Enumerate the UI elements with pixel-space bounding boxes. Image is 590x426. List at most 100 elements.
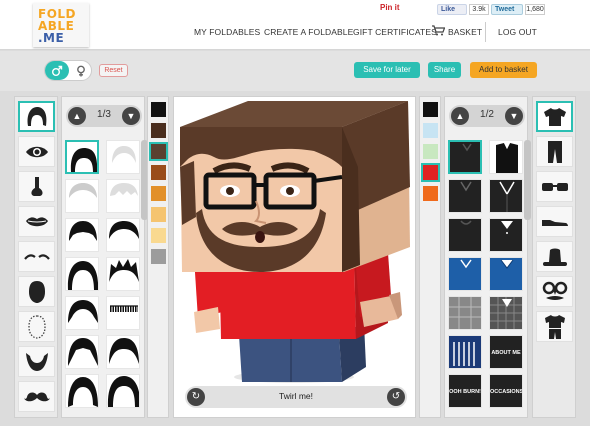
hair-option[interactable] bbox=[106, 257, 140, 291]
color-swatch[interactable] bbox=[151, 207, 166, 222]
eye-icon bbox=[25, 146, 48, 157]
category-moustache[interactable] bbox=[18, 381, 55, 412]
nav-my-foldables[interactable]: MY FOLDABLES bbox=[194, 27, 260, 37]
tweet-button[interactable]: Tweet bbox=[491, 4, 523, 15]
female-icon bbox=[77, 65, 85, 77]
shoe-icon bbox=[541, 219, 568, 226]
color-swatch[interactable] bbox=[151, 186, 166, 201]
hair-option[interactable] bbox=[65, 296, 99, 330]
hair-option[interactable] bbox=[65, 179, 99, 213]
rotate-right-button[interactable]: ↺ bbox=[387, 388, 405, 406]
hair-option[interactable] bbox=[106, 296, 140, 330]
category-pants[interactable] bbox=[536, 136, 573, 167]
color-swatch[interactable] bbox=[423, 123, 438, 138]
shirt-tag-ooh-burn: OOH BURN! bbox=[449, 389, 481, 395]
hair-option[interactable] bbox=[65, 257, 99, 291]
fb-like-label: Like bbox=[441, 6, 456, 13]
shirt-option[interactable] bbox=[448, 140, 482, 174]
color-swatch[interactable] bbox=[423, 144, 438, 159]
category-accessories[interactable] bbox=[536, 276, 573, 307]
shirt-option[interactable] bbox=[448, 296, 482, 330]
mouth-icon bbox=[25, 216, 48, 226]
foldable-me-logo[interactable]: FOLD ABLE .ME bbox=[33, 3, 89, 47]
hair-option[interactable] bbox=[106, 179, 140, 213]
category-glasses[interactable] bbox=[536, 171, 573, 202]
add-to-basket-button[interactable]: Add to basket bbox=[470, 62, 537, 78]
shirt-scrollbar[interactable] bbox=[524, 140, 531, 220]
category-hat[interactable] bbox=[536, 241, 573, 272]
shirt-option-ooh-burn[interactable]: OOH BURN! bbox=[448, 374, 482, 408]
reset-button[interactable]: Reset bbox=[99, 64, 128, 77]
pinit-button[interactable]: Pin it bbox=[380, 3, 400, 12]
hair-next-button[interactable]: ▼ bbox=[122, 107, 140, 125]
save-for-later-button[interactable]: Save for later bbox=[354, 62, 420, 78]
face-shape-icon bbox=[28, 280, 45, 303]
nav-create-foldable[interactable]: CREATE A FOLDABLE bbox=[264, 27, 353, 37]
basket-icon[interactable] bbox=[432, 25, 445, 36]
shirt-option[interactable] bbox=[448, 218, 482, 252]
clothing-category-sidebar bbox=[532, 96, 576, 418]
category-beard[interactable] bbox=[18, 346, 55, 377]
color-swatch[interactable] bbox=[151, 228, 166, 243]
shirt-option[interactable] bbox=[489, 179, 523, 213]
hair-option[interactable] bbox=[65, 140, 99, 174]
male-toggle-option[interactable] bbox=[45, 61, 69, 80]
color-swatch[interactable] bbox=[149, 142, 168, 161]
shirt-option[interactable] bbox=[448, 257, 482, 291]
hair-option[interactable] bbox=[106, 335, 140, 369]
category-face-shape[interactable] bbox=[18, 276, 55, 307]
nav-gift-certificates[interactable]: GIFT CERTIFICATES bbox=[353, 27, 437, 37]
color-swatch[interactable] bbox=[423, 102, 438, 117]
moustache-icon bbox=[23, 392, 50, 401]
female-toggle-option[interactable] bbox=[69, 61, 91, 80]
category-mouth[interactable] bbox=[18, 206, 55, 237]
category-hair[interactable] bbox=[18, 101, 55, 132]
hair-prev-button[interactable]: ▲ bbox=[68, 107, 86, 125]
hair-option[interactable] bbox=[65, 374, 99, 408]
male-icon bbox=[52, 65, 63, 76]
shirt-option[interactable] bbox=[489, 140, 523, 174]
category-shirt[interactable] bbox=[536, 101, 573, 132]
shirt-prev-button[interactable]: ▲ bbox=[451, 107, 469, 125]
shirt-option[interactable] bbox=[448, 335, 482, 369]
category-eyes[interactable] bbox=[18, 136, 55, 167]
shirt-option[interactable] bbox=[489, 257, 523, 291]
category-nose[interactable] bbox=[18, 171, 55, 202]
shirt-pager: ▲ 1/2 ▼ bbox=[449, 105, 525, 127]
twirl-label[interactable]: Twirl me! bbox=[185, 391, 407, 401]
nav-logout[interactable]: LOG OUT bbox=[498, 27, 537, 37]
category-shoes[interactable] bbox=[536, 206, 573, 237]
hair-option[interactable] bbox=[106, 374, 140, 408]
character-figure[interactable] bbox=[174, 97, 417, 387]
shirt-page-indicator: 1/2 bbox=[480, 109, 494, 120]
shirt-option-occasions[interactable]: OCCASIONS bbox=[489, 374, 523, 408]
header: FOLD ABLE .ME Pin it Like 3.9k Tweet 1,6… bbox=[0, 0, 590, 50]
gender-toggle[interactable] bbox=[44, 60, 92, 81]
shirt-option-about-me[interactable]: ABOUT ME bbox=[489, 335, 523, 369]
color-swatch[interactable] bbox=[423, 186, 438, 201]
color-swatch[interactable] bbox=[151, 249, 166, 264]
category-outfit[interactable] bbox=[536, 311, 573, 342]
color-swatch[interactable] bbox=[421, 163, 440, 182]
hair-options-panel: ▲ 1/3 ▼ bbox=[61, 96, 148, 418]
nav-basket[interactable]: BASKET bbox=[448, 27, 482, 37]
shirt-tag-occasions: OCCASIONS bbox=[490, 389, 523, 395]
hair-option[interactable] bbox=[106, 140, 140, 174]
color-swatch[interactable] bbox=[151, 165, 166, 180]
facebook-like-button[interactable]: Like bbox=[437, 4, 467, 15]
hair-pager: ▲ 1/3 ▼ bbox=[66, 105, 142, 127]
hair-option[interactable] bbox=[65, 335, 99, 369]
shirt-option[interactable] bbox=[489, 218, 523, 252]
color-swatch[interactable] bbox=[151, 102, 166, 117]
face-category-sidebar bbox=[14, 96, 58, 418]
category-skin-detail[interactable] bbox=[18, 311, 55, 342]
shirt-next-button[interactable]: ▼ bbox=[505, 107, 523, 125]
shirt-option[interactable] bbox=[448, 179, 482, 213]
character-stage: ↻ Twirl me! ↺ bbox=[173, 96, 416, 418]
share-button[interactable]: Share bbox=[428, 62, 461, 78]
category-eyebrows[interactable] bbox=[18, 241, 55, 272]
color-swatch[interactable] bbox=[151, 123, 166, 138]
shirt-option[interactable] bbox=[489, 296, 523, 330]
hair-option[interactable] bbox=[106, 218, 140, 252]
hair-option[interactable] bbox=[65, 218, 99, 252]
